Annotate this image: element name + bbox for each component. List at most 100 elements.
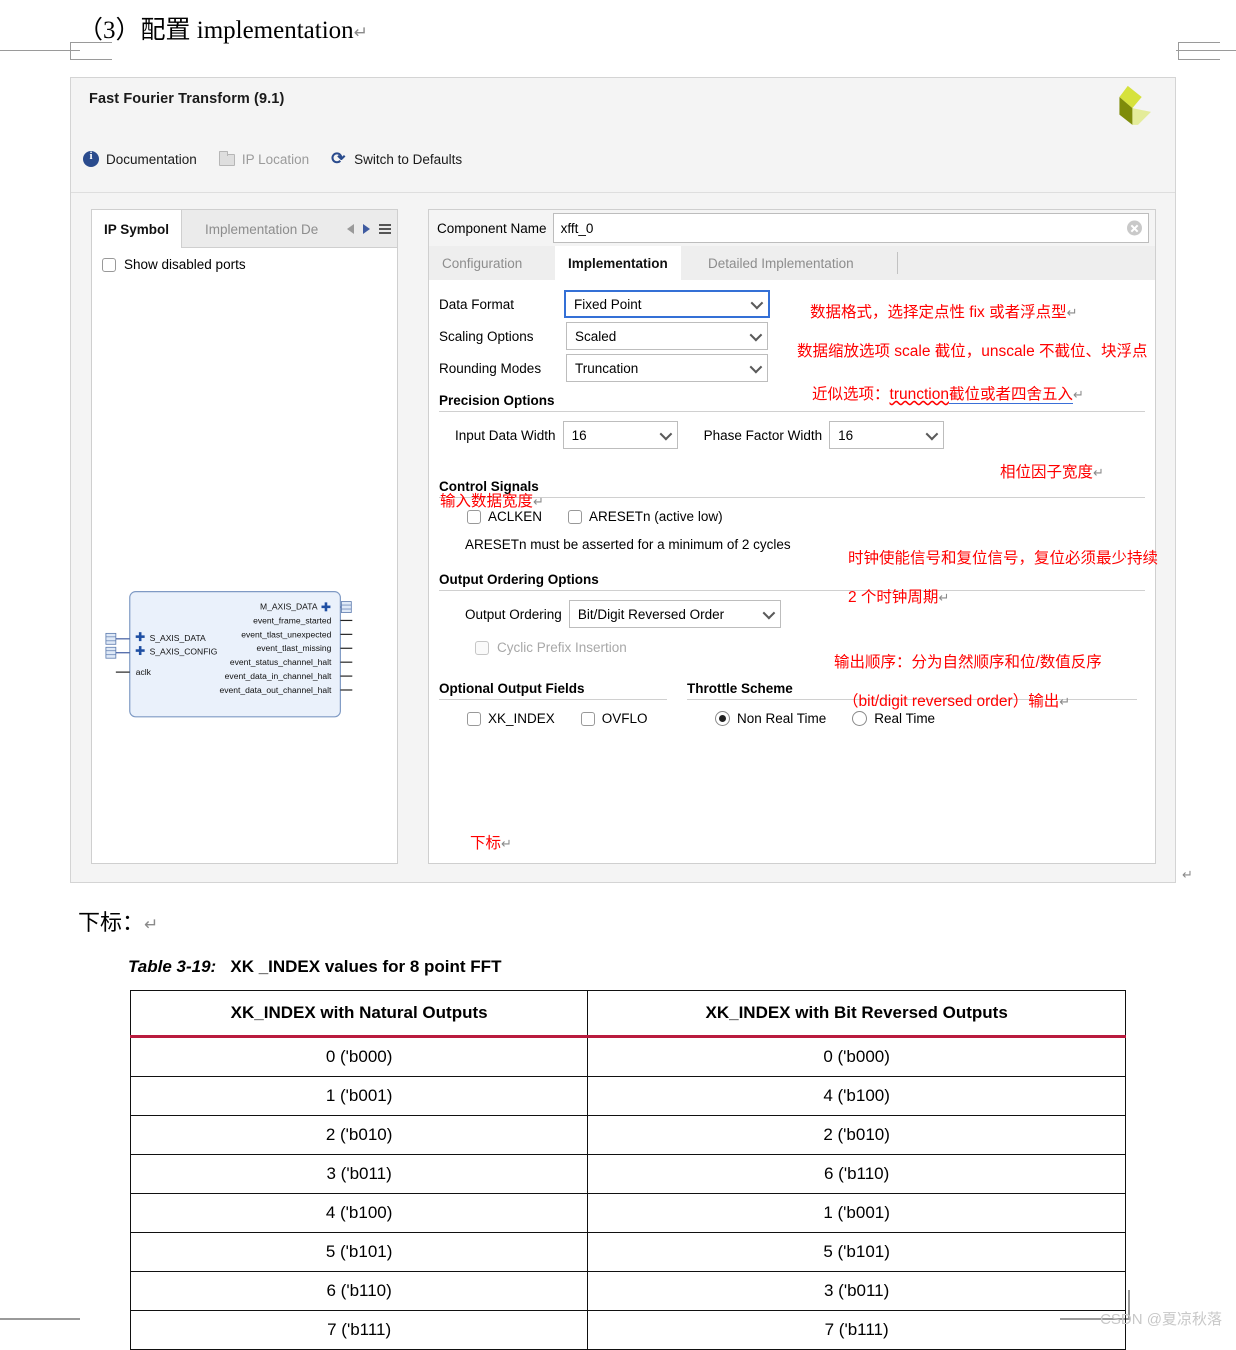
- cell-natural: 6 ('b110): [129, 1271, 589, 1311]
- annotation-scaling: 数据缩放选项 scale 截位，unscale 不截位、块浮点: [797, 339, 1148, 361]
- phase-factor-width-select[interactable]: 16: [829, 421, 945, 449]
- tab-implementation[interactable]: Implementation: [555, 246, 681, 280]
- aclken-checkbox-row[interactable]: ACLKEN: [467, 509, 542, 524]
- table-row: 6 ('b110) 3 ('b011): [129, 1271, 1126, 1311]
- port-event-frame-started: event_frame_started: [253, 615, 332, 625]
- prev-arrow-icon[interactable]: [347, 224, 354, 234]
- output-ordering-select[interactable]: Bit/Digit Reversed Order: [568, 600, 781, 628]
- component-name-input[interactable]: xfft_0: [552, 213, 1149, 243]
- tab-implementation-details-label: Implementation De: [205, 221, 319, 237]
- non-real-time-radio[interactable]: [715, 711, 730, 726]
- tab-ip-symbol[interactable]: IP Symbol: [92, 210, 183, 248]
- annotation-scaling-text: 数据缩放选项 scale 截位，unscale 不截位、块浮点: [797, 343, 1148, 360]
- cell-bitreversed: 5 ('b101): [587, 1232, 1126, 1272]
- annotation-control-signals-text2: 2 个时钟周期: [848, 589, 939, 606]
- annotation-rounding-prefix: 近似选项：: [812, 386, 890, 403]
- paragraph-mark-icon: ↵: [501, 836, 512, 851]
- aresetn-checkbox-row[interactable]: ARESETn (active low): [568, 509, 723, 524]
- cyclic-prefix-checkbox[interactable]: [475, 640, 489, 655]
- aclken-label: ACLKEN: [488, 509, 543, 524]
- table-header-bitreversed: XK_INDEX with Bit Reversed Outputs: [587, 990, 1126, 1038]
- paragraph-mark-icon: ↵: [1066, 305, 1078, 320]
- xk-index-checkbox-row[interactable]: XK_INDEX: [467, 711, 555, 726]
- switch-to-defaults-button[interactable]: ⟳ Switch to Defaults: [331, 150, 462, 167]
- input-data-width-select[interactable]: 16: [562, 421, 678, 449]
- chevron-down-icon: [750, 296, 764, 310]
- annotation-rounding: 近似选项：trunction截位或者四舍五入↵: [812, 382, 1084, 404]
- annotation-output-order-line2: （bit/digit reversed order）输出↵: [843, 689, 1070, 711]
- xilinx-logo: [1119, 85, 1151, 125]
- clear-icon[interactable]: [1127, 220, 1142, 236]
- xk-index-table: XK_INDEX with Natural Outputs XK_INDEX w…: [129, 990, 1126, 1350]
- data-format-select[interactable]: Fixed Point: [564, 290, 770, 318]
- dialog-title: Fast Fourier Transform (9.1): [89, 91, 285, 107]
- documentation-button[interactable]: Documentation: [83, 150, 197, 167]
- chevron-down-icon: [749, 360, 763, 374]
- optional-output-checkboxes: XK_INDEX OVFLO: [467, 711, 677, 726]
- xk-index-label: XK_INDEX: [488, 711, 555, 726]
- input-data-width-label: Input Data Width: [455, 427, 556, 443]
- dialog-divider: [71, 192, 1175, 193]
- tab-ip-symbol-label: IP Symbol: [104, 221, 170, 237]
- chevron-down-icon: [749, 328, 763, 342]
- cell-bitreversed: 0 ('b000): [587, 1036, 1126, 1077]
- cell-bitreversed: 6 ('b110): [587, 1154, 1126, 1194]
- margin-corner-right-v: [1178, 42, 1179, 60]
- table-caption: Table 3-19: XK _INDEX values for 8 point…: [128, 957, 501, 977]
- non-real-time-radio-row[interactable]: Non Real Time: [715, 711, 826, 726]
- port-m-axis-data: M_AXIS_DATA: [260, 602, 318, 612]
- annotation-output-order-text1: 输出顺序：分为自然顺序和位/数值反序: [834, 654, 1102, 671]
- cell-natural: 2 ('b010): [129, 1115, 589, 1155]
- margin-corner-right-h: [1178, 42, 1220, 43]
- input-data-width-value: 16: [571, 427, 587, 443]
- aclken-checkbox[interactable]: [467, 509, 481, 524]
- optional-output-fields-title: Optional Output Fields: [439, 681, 585, 696]
- ovflo-checkbox-row[interactable]: OVFLO: [580, 711, 648, 726]
- annotation-dialog-end: ↵: [1182, 866, 1193, 884]
- real-time-radio[interactable]: [852, 711, 868, 726]
- scaling-options-select[interactable]: Scaled: [566, 322, 768, 350]
- real-time-radio-row[interactable]: Real Time: [852, 711, 935, 726]
- output-ordering-row: Output Ordering Bit/Digit Reversed Order: [465, 600, 1155, 628]
- port-s-axis-data: S_AXIS_DATA: [150, 633, 206, 643]
- port-s-axis-config: S_AXIS_CONFIG: [150, 647, 218, 657]
- paragraph-mark-icon: ↵: [938, 590, 950, 605]
- tab-detailed-implementation-label: Detailed Implementation: [708, 255, 854, 271]
- ip-location-button[interactable]: IP Location: [218, 151, 310, 167]
- cyclic-prefix-label: Cyclic Prefix Insertion: [497, 640, 627, 655]
- margin-rule-bottom-left: [0, 1318, 80, 1320]
- info-icon: [83, 150, 99, 167]
- paragraph-mark-icon: ↵: [1059, 694, 1071, 709]
- table-caption-text: XK _INDEX values for 8 point FFT: [230, 957, 502, 976]
- port-event-status-channel-halt: event_status_channel_halt: [230, 657, 332, 667]
- xk-index-checkbox[interactable]: [467, 711, 481, 726]
- scaling-options-value: Scaled: [575, 328, 617, 344]
- port-event-tlast-missing: event_tlast_missing: [256, 643, 331, 653]
- panel-menu-icon[interactable]: [379, 224, 391, 234]
- show-disabled-ports-checkbox[interactable]: [102, 257, 116, 272]
- annotation-phase-width-text: 相位因子宽度: [1000, 464, 1094, 481]
- optional-output-fields-section: Optional Output Fields XK_INDEX OVFLO: [429, 681, 677, 726]
- margin-corner-right-h2: [1178, 59, 1220, 60]
- rounding-modes-select[interactable]: Truncation: [566, 354, 768, 382]
- component-name-label: Component Name: [437, 220, 547, 236]
- tab-implementation-details[interactable]: Implementation De: [193, 210, 330, 248]
- ovflo-checkbox[interactable]: [580, 711, 595, 726]
- documentation-label: Documentation: [106, 151, 197, 167]
- paragraph-mark-icon: ↵: [1093, 465, 1104, 480]
- paragraph-mark-icon: ↵: [353, 23, 368, 42]
- cell-natural: 3 ('b011): [129, 1154, 589, 1194]
- cell-natural: 5 ('b101): [129, 1232, 589, 1272]
- next-arrow-icon[interactable]: [363, 224, 370, 234]
- show-disabled-ports-row[interactable]: Show disabled ports: [102, 257, 246, 272]
- aresetn-checkbox[interactable]: [568, 509, 583, 524]
- margin-rule-top-right: [1176, 50, 1236, 51]
- aresetn-label: ARESETn (active low): [589, 509, 723, 524]
- tab-detailed-implementation[interactable]: Detailed Implementation: [695, 246, 867, 280]
- ip-location-label: IP Location: [241, 151, 310, 167]
- implementation-tabbar: Configuration Implementation Detailed Im…: [429, 246, 1155, 280]
- data-format-value: Fixed Point: [574, 296, 642, 312]
- tab-configuration[interactable]: Configuration: [429, 246, 535, 280]
- table-row: 0 ('b000) 0 ('b000): [129, 1036, 1126, 1077]
- precision-options-rule: [439, 411, 1145, 412]
